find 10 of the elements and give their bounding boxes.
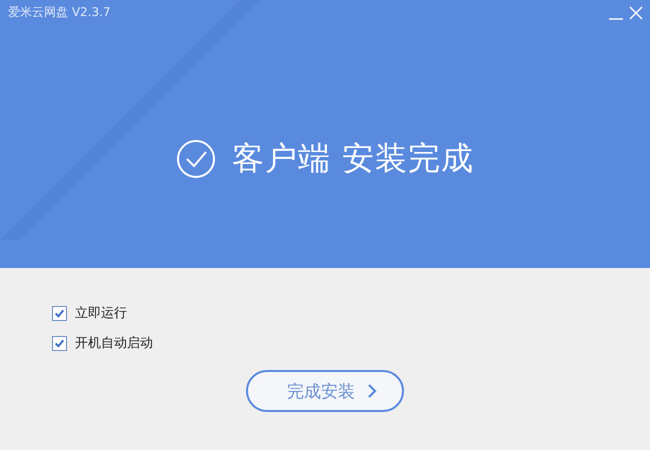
chevron-icon	[367, 383, 377, 399]
check-circle-icon	[176, 139, 216, 179]
window-title: 爱米云网盘 V2.3.7	[8, 4, 111, 21]
headline: 客户端 安装完成	[232, 138, 474, 179]
option-label: 立即运行	[75, 305, 127, 322]
finish-button[interactable]: 完成安装	[246, 370, 404, 412]
checkbox[interactable]	[52, 306, 67, 320]
option-label: 开机自动启动	[75, 335, 153, 352]
close-icon[interactable]	[628, 4, 644, 20]
checkbox[interactable]	[52, 336, 67, 350]
